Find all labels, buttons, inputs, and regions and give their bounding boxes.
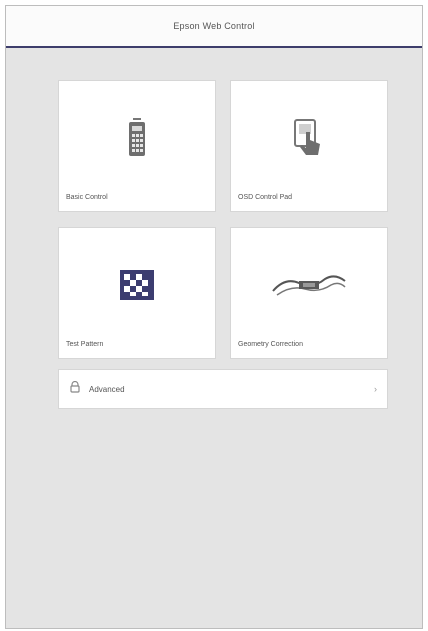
chevron-right-icon: › bbox=[374, 384, 377, 394]
geometry-correction-icon bbox=[231, 250, 387, 320]
test-pattern-tile[interactable]: Test Pattern bbox=[58, 227, 216, 359]
test-pattern-label: Test Pattern bbox=[66, 341, 104, 348]
basic-control-tile[interactable]: Basic Control bbox=[58, 80, 216, 212]
osd-control-pad-label: OSD Control Pad bbox=[238, 194, 293, 201]
basic-control-label: Basic Control bbox=[66, 194, 108, 201]
test-pattern-icon bbox=[59, 250, 215, 320]
app-window: Epson Web Control Basic Control OSD Cont… bbox=[5, 5, 423, 629]
top-bar: Epson Web Control bbox=[6, 6, 422, 48]
page-title: Epson Web Control bbox=[173, 21, 255, 31]
geometry-correction-label: Geometry Correction bbox=[238, 341, 303, 348]
osd-control-pad-tile[interactable]: OSD Control Pad bbox=[230, 80, 388, 212]
remote-control-icon bbox=[59, 103, 215, 173]
geometry-correction-tile[interactable]: Geometry Correction bbox=[230, 227, 388, 359]
lock-icon bbox=[69, 380, 81, 398]
advanced-label: Advanced bbox=[89, 384, 125, 394]
touch-pad-icon bbox=[231, 103, 387, 173]
advanced-row[interactable]: Advanced › bbox=[58, 369, 388, 409]
